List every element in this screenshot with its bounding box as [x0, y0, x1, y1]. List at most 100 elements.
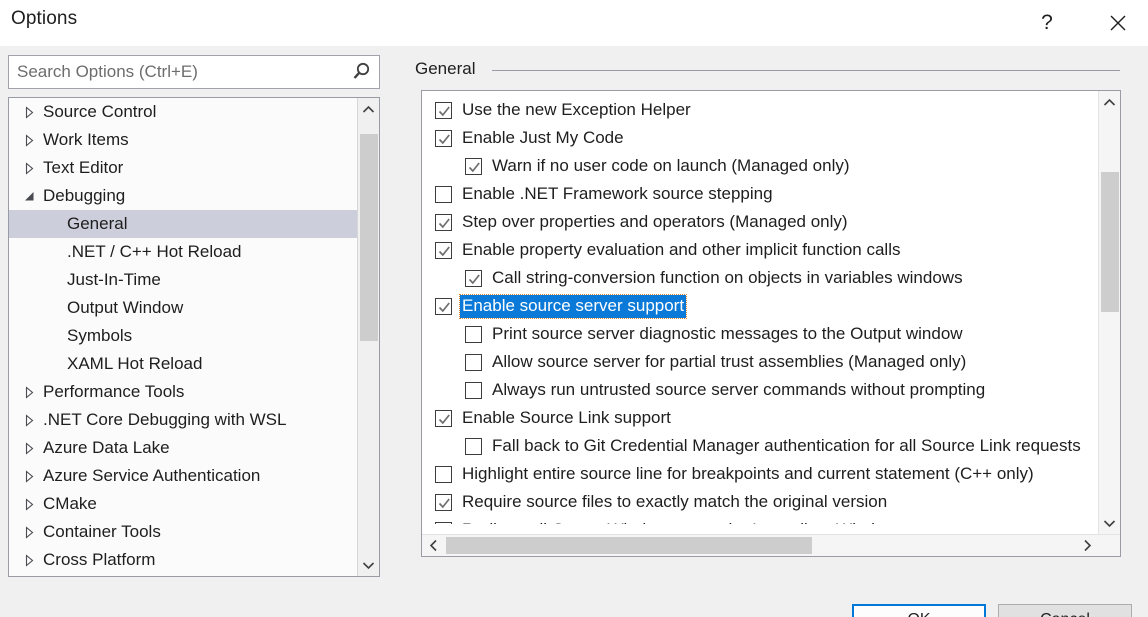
search-box[interactable]	[8, 55, 380, 89]
option-label: Enable Source Link support	[462, 407, 671, 427]
option-row[interactable]: Enable Just My Code	[422, 124, 1098, 152]
scroll-left-icon[interactable]	[422, 535, 444, 556]
option-row[interactable]: Fall back to Git Credential Manager auth…	[422, 432, 1098, 460]
tree-item-just-in-time[interactable]: Just-In-Time	[9, 266, 357, 294]
tree-item-debugging[interactable]: Debugging	[9, 182, 357, 210]
chevron-right-icon[interactable]	[23, 133, 36, 147]
tree-item-net-core-debugging-with-wsl[interactable]: .NET Core Debugging with WSL	[9, 406, 357, 434]
options-hscrollbar-thumb[interactable]	[446, 537, 812, 554]
option-row[interactable]: Print source server diagnostic messages …	[422, 320, 1098, 348]
checkbox-unchecked-icon[interactable]	[465, 437, 482, 455]
option-row[interactable]: Step over properties and operators (Mana…	[422, 208, 1098, 236]
tree-item-work-items[interactable]: Work Items	[9, 126, 357, 154]
options-list[interactable]: Use the new Exception Helper Enable Just …	[422, 96, 1098, 524]
option-row[interactable]: Always run untrusted source server comma…	[422, 376, 1098, 404]
tree-item-azure-data-lake[interactable]: Azure Data Lake	[9, 434, 357, 462]
tree-item-symbols[interactable]: Symbols	[9, 322, 357, 350]
tree-item-general[interactable]: General	[9, 210, 357, 238]
scroll-down-icon[interactable]	[358, 554, 379, 576]
checkbox-checked-icon[interactable]	[435, 297, 452, 315]
group-header-label: General	[415, 59, 486, 79]
option-row[interactable]: Highlight entire source line for breakpo…	[422, 460, 1098, 488]
option-row[interactable]: Require source files to exactly match th…	[422, 488, 1098, 516]
chevron-right-icon[interactable]	[23, 497, 36, 511]
option-label: Redirect all Output Window text to the I…	[460, 519, 899, 525]
checkbox-checked-icon[interactable]	[465, 157, 482, 175]
close-icon	[1108, 13, 1128, 33]
tree-item-label: Azure Service Authentication	[43, 466, 261, 485]
tree-item-cmake[interactable]: CMake	[9, 490, 357, 518]
tree-item-cross-platform[interactable]: Cross Platform	[9, 546, 357, 574]
chevron-right-icon[interactable]	[23, 105, 36, 119]
option-label: Use the new Exception Helper	[462, 99, 691, 119]
checkbox-checked-icon[interactable]	[435, 101, 452, 119]
options-horizontal-scrollbar[interactable]	[422, 534, 1120, 556]
tree-item-xaml-hot-reload[interactable]: XAML Hot Reload	[9, 350, 357, 378]
checkbox-checked-icon[interactable]	[435, 129, 452, 147]
checkbox-checked-icon[interactable]	[465, 269, 482, 287]
checkbox-unchecked-icon[interactable]	[435, 185, 452, 203]
chevron-right-icon[interactable]	[23, 553, 36, 567]
scroll-up-icon[interactable]	[1099, 91, 1120, 113]
search-icon[interactable]	[349, 61, 373, 83]
search-input[interactable]	[9, 56, 339, 88]
option-row[interactable]: Enable property evaluation and other imp…	[422, 236, 1098, 264]
option-label: Enable source server support	[458, 293, 688, 319]
option-row[interactable]: Warn if no user code on launch (Managed …	[422, 152, 1098, 180]
question-mark-icon: ?	[1041, 11, 1053, 34]
chevron-down-icon[interactable]	[23, 190, 36, 203]
checkbox-unchecked-icon[interactable]	[435, 521, 452, 524]
checkbox-checked-icon[interactable]	[435, 493, 452, 511]
options-vertical-scrollbar[interactable]	[1098, 91, 1120, 534]
chevron-right-icon[interactable]	[23, 385, 36, 399]
option-row[interactable]: Redirect all Output Window text to the I…	[422, 516, 1098, 524]
option-label: Print source server diagnostic messages …	[492, 323, 963, 343]
checkbox-checked-icon[interactable]	[435, 241, 452, 259]
option-row[interactable]: Enable source server support	[422, 292, 1098, 320]
tree-item-label: Text Editor	[43, 158, 124, 177]
tree-item-label: Symbols	[67, 326, 133, 345]
option-row[interactable]: Use the new Exception Helper	[422, 96, 1098, 124]
ok-button[interactable]: OK	[852, 604, 986, 617]
checkbox-unchecked-icon[interactable]	[465, 353, 482, 371]
option-row[interactable]: Call string-conversion function on objec…	[422, 264, 1098, 292]
option-row[interactable]: Enable .NET Framework source stepping	[422, 180, 1098, 208]
tree-item-label: Performance Tools	[43, 382, 185, 401]
tree-item-text-editor[interactable]: Text Editor	[9, 154, 357, 182]
tree-item-azure-service-authentication[interactable]: Azure Service Authentication	[9, 462, 357, 490]
cancel-button[interactable]: Cancel	[998, 604, 1132, 617]
tree-item-label: Container Tools	[43, 522, 161, 541]
tree-item-performance-tools[interactable]: Performance Tools	[9, 378, 357, 406]
checkbox-unchecked-icon[interactable]	[465, 381, 482, 399]
chevron-right-icon[interactable]	[23, 441, 36, 455]
close-button[interactable]	[1095, 0, 1141, 46]
tree-item-label: Work Items	[43, 130, 129, 149]
page-title: Options	[11, 8, 78, 29]
scroll-right-icon[interactable]	[1076, 535, 1098, 556]
options-scrollbar-thumb[interactable]	[1101, 172, 1119, 312]
option-label: Step over properties and operators (Mana…	[462, 211, 848, 231]
chevron-right-icon[interactable]	[23, 161, 36, 175]
scroll-down-icon[interactable]	[1099, 512, 1120, 534]
tree-vertical-scrollbar[interactable]	[357, 98, 379, 576]
option-row[interactable]: Enable Source Link support	[422, 404, 1098, 432]
tree-item-container-tools[interactable]: Container Tools	[9, 518, 357, 546]
option-row[interactable]: Allow source server for partial trust as…	[422, 348, 1098, 376]
tree-scrollbar-thumb[interactable]	[360, 134, 378, 341]
scroll-up-icon[interactable]	[358, 98, 379, 120]
chevron-right-icon[interactable]	[23, 525, 36, 539]
chevron-right-icon[interactable]	[23, 469, 36, 483]
checkbox-unchecked-icon[interactable]	[435, 465, 452, 483]
help-button[interactable]: ?	[1024, 0, 1070, 46]
tree-item-output-window[interactable]: Output Window	[9, 294, 357, 322]
tree-item-source-control[interactable]: Source Control	[9, 98, 357, 126]
settings-tree[interactable]: Source Control Work Items Text Editor Debug…	[9, 98, 357, 576]
tree-item-net-c-hot-reload[interactable]: .NET / C++ Hot Reload	[9, 238, 357, 266]
options-dialog: Options ? Source Control Work Items Text E…	[0, 0, 1148, 617]
checkbox-checked-icon[interactable]	[435, 213, 452, 231]
checkbox-unchecked-icon[interactable]	[465, 325, 482, 343]
tree-item-label: .NET / C++ Hot Reload	[67, 242, 242, 261]
option-label: Allow source server for partial trust as…	[492, 351, 967, 371]
chevron-right-icon[interactable]	[23, 413, 36, 427]
checkbox-checked-icon[interactable]	[435, 409, 452, 427]
